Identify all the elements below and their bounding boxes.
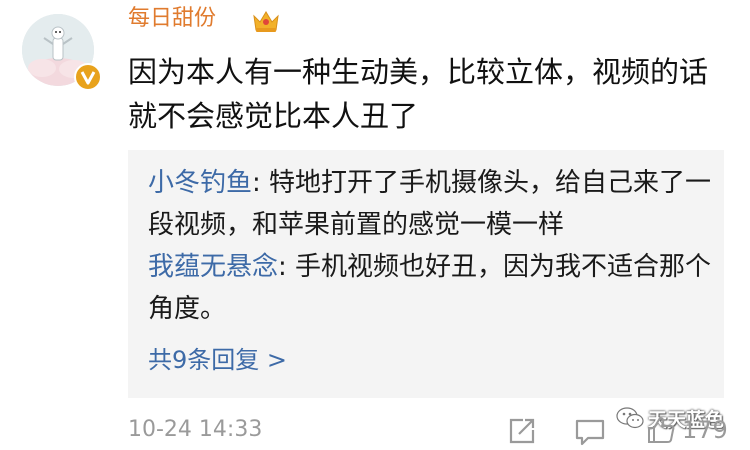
vip-crown-icon <box>253 11 279 32</box>
like-icon[interactable] <box>645 414 677 446</box>
reply-username[interactable]: 我蕴无悬念 <box>148 252 278 282</box>
reply-username[interactable]: 小冬钓鱼 <box>148 168 252 198</box>
reply-item: 我蕴无悬念: 手机视频也好丑，因为我不适合那个角度。 <box>148 246 714 330</box>
reply-separator: : <box>278 252 296 282</box>
wechat-icon <box>616 407 644 429</box>
like-count: 179 <box>682 416 728 444</box>
replies-panel: 小冬钓鱼: 特地打开了手机摄像头，给自己来了一段视频，和苹果前置的感觉一模一样 … <box>128 150 724 398</box>
post-text: 因为本人有一种生动美，比较立体，视频的话就不会感觉比本人丑了 <box>128 55 709 133</box>
more-replies-link[interactable]: 共9条回复 > <box>148 340 287 380</box>
reply-item: 小冬钓鱼: 特地打开了手机摄像头，给自己来了一段视频，和苹果前置的感觉一模一样 <box>148 162 714 246</box>
comment-icon[interactable] <box>574 418 606 446</box>
share-icon[interactable] <box>507 416 537 446</box>
verified-badge-icon <box>74 63 102 91</box>
post-timestamp: 10-24 14:33 <box>128 417 263 442</box>
post-username[interactable]: 每日甜份 <box>128 4 216 34</box>
reply-separator: : <box>252 168 270 198</box>
